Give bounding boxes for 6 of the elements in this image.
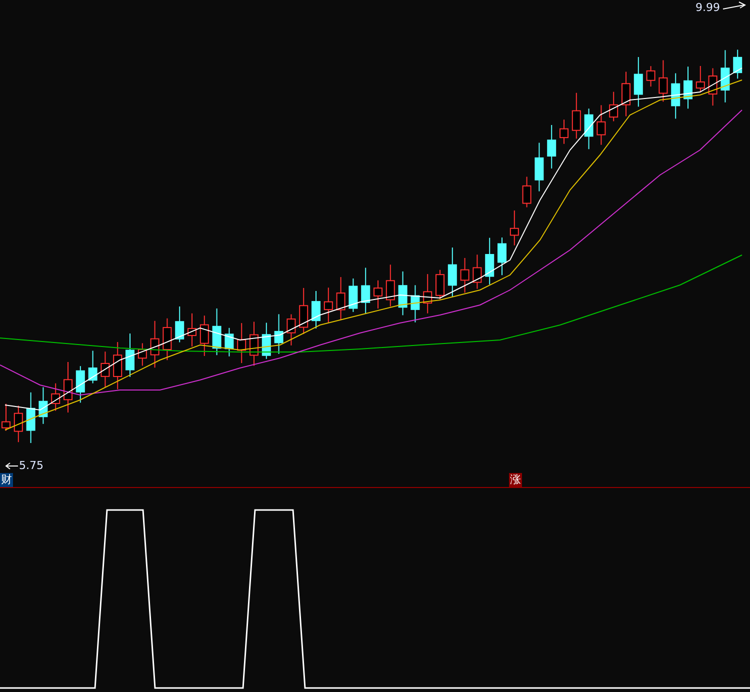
low-price-label: 5.75 [19, 459, 44, 472]
arrow-icon [5, 462, 18, 470]
signal-marker: 财 [0, 473, 13, 487]
high-price-label: 9.99 [696, 1, 720, 14]
signal-marker: 涨 [509, 473, 522, 487]
arrow-icon [722, 2, 746, 10]
